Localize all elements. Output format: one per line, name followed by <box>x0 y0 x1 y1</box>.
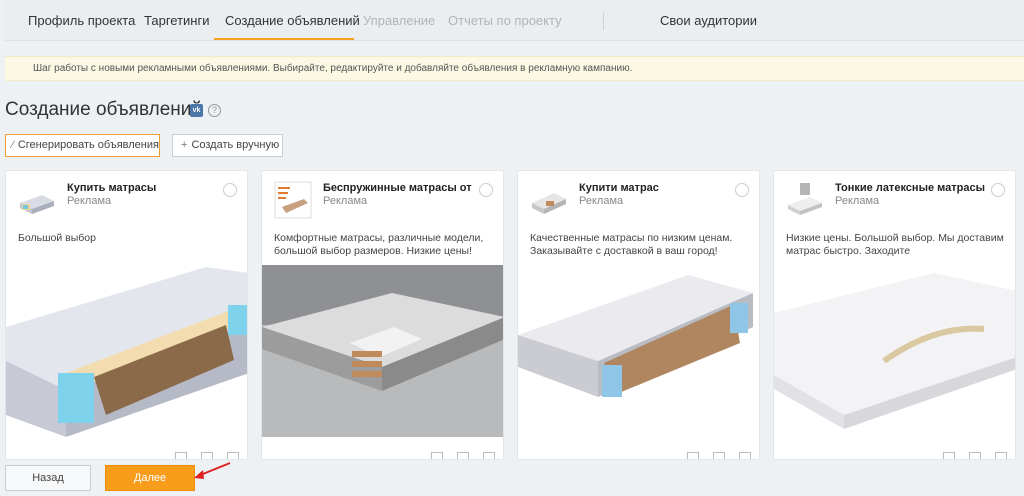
mattress-image <box>774 265 1015 437</box>
select-radio[interactable] <box>991 183 1005 197</box>
back-button[interactable]: Назад <box>5 465 91 491</box>
create-manually-button[interactable]: + Создать вручную <box>172 134 283 157</box>
nav-divider <box>603 12 604 30</box>
delete-icon[interactable] <box>483 452 495 459</box>
top-navigation: Профиль проекта Таргетинги Создание объя… <box>5 0 1024 41</box>
edit-icon[interactable] <box>687 452 699 459</box>
ad-text: Комфортные матрасы, различные модели, бо… <box>274 232 484 257</box>
mattress-image <box>6 265 247 437</box>
edit-icon[interactable] <box>175 452 187 459</box>
select-radio[interactable] <box>479 183 493 197</box>
ad-subtitle: Реклама <box>67 195 112 207</box>
ad-card[interactable]: Тонкие латексные матрасы Реклама Низкие … <box>773 170 1016 460</box>
ad-title: Купити матрас <box>579 182 659 194</box>
ad-card[interactable]: Купить матрасы Реклама Большой выбор <box>5 170 248 460</box>
copy-icon[interactable] <box>969 452 981 459</box>
ad-subtitle: Реклама <box>835 195 880 207</box>
copy-icon[interactable] <box>457 452 469 459</box>
tab-project-reports[interactable]: Отчеты по проекту <box>448 0 562 41</box>
delete-icon[interactable] <box>739 452 751 459</box>
tab-ad-creation[interactable]: Создание объявлений <box>225 0 360 41</box>
card-actions <box>417 449 495 459</box>
plus-icon: + <box>181 139 188 151</box>
page-title: Создание объявлений <box>5 99 202 120</box>
vk-icon: vk <box>190 104 203 117</box>
copy-icon[interactable] <box>713 452 725 459</box>
select-radio[interactable] <box>735 183 749 197</box>
ad-text: Качественные матрасы по низким ценам. За… <box>530 232 733 257</box>
generate-ads-button[interactable]: ⁄ Сгенерировать объявления <box>5 134 160 157</box>
tab-management[interactable]: Управление <box>363 0 435 41</box>
edit-icon[interactable] <box>431 452 443 459</box>
ad-card[interactable]: Купити матрас Реклама Качественные матра… <box>517 170 760 460</box>
red-arrow-annotation <box>194 462 231 479</box>
ad-card[interactable]: Беспружинные матрасы от Реклама Комфортн… <box>261 170 504 460</box>
next-button[interactable]: Далее <box>105 465 195 491</box>
card-actions <box>161 449 239 459</box>
ad-title: Купить матрасы <box>67 182 157 194</box>
ad-text: Большой выбор <box>18 232 96 244</box>
ad-title: Беспружинные матрасы от <box>323 182 472 194</box>
select-radio[interactable] <box>223 183 237 197</box>
help-icon[interactable]: ? <box>208 104 221 117</box>
card-actions <box>673 449 751 459</box>
ad-title: Тонкие латексные матрасы <box>835 182 985 194</box>
ad-subtitle: Реклама <box>579 195 624 207</box>
magic-wand-icon: ⁄ <box>12 139 14 151</box>
delete-icon[interactable] <box>227 452 239 459</box>
tab-custom-audiences[interactable]: Свои аудитории <box>660 0 757 41</box>
ad-thumbnail <box>20 195 54 214</box>
generate-ads-label: Сгенерировать объявления <box>17 139 159 151</box>
ad-text: Низкие цены. Большой выбор. Мы доставим … <box>786 232 1004 257</box>
info-banner: Шаг работы с новыми рекламными объявлени… <box>5 56 1024 81</box>
delete-icon[interactable] <box>995 452 1007 459</box>
ad-thumbnail <box>788 183 822 215</box>
edit-icon[interactable] <box>943 452 955 459</box>
create-manually-label: Создать вручную <box>191 139 280 151</box>
card-actions <box>929 449 1007 459</box>
ad-thumbnail <box>274 181 312 219</box>
ad-subtitle: Реклама <box>323 195 368 207</box>
mattress-image <box>262 265 503 437</box>
active-tab-indicator <box>214 38 354 40</box>
ad-thumbnail <box>532 193 566 214</box>
copy-icon[interactable] <box>201 452 213 459</box>
mattress-image <box>518 265 759 437</box>
tab-project-profile[interactable]: Профиль проекта <box>28 0 135 41</box>
tab-targeting[interactable]: Таргетинги <box>144 0 209 41</box>
